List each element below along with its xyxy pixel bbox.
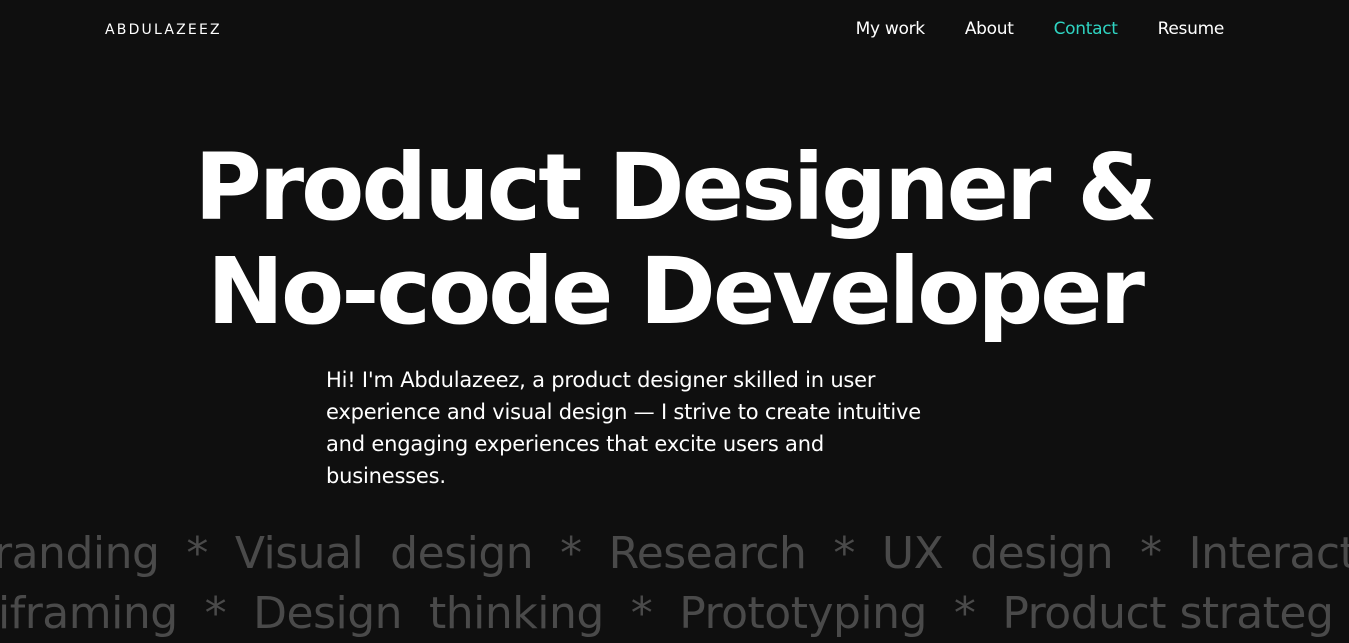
top-nav: ABDULAZEEZ My work About Contact Resume — [0, 0, 1349, 62]
skills-marquee-text-1: randing * Visual design * Research * UX … — [0, 528, 1349, 579]
hero-title-line2: No-code Developer — [207, 238, 1145, 345]
nav-about[interactable]: About — [965, 19, 1014, 39]
skills-marquee-row-2: iframing * Design thinking * Prototyping… — [0, 588, 1349, 639]
nav-resume[interactable]: Resume — [1158, 19, 1225, 39]
skills-marquee-row-1: randing * Visual design * Research * UX … — [0, 528, 1349, 579]
hero-title-line1: Product Designer & — [194, 134, 1157, 241]
nav-my-work[interactable]: My work — [856, 19, 925, 39]
site-logo[interactable]: ABDULAZEEZ — [105, 22, 222, 38]
page: ABDULAZEEZ My work About Contact Resume … — [0, 0, 1349, 643]
skills-marquee-text-2: iframing * Design thinking * Prototyping… — [0, 588, 1334, 639]
nav-contact[interactable]: Contact — [1054, 19, 1118, 39]
nav-links: My work About Contact Resume — [856, 19, 1225, 39]
hero-intro: Hi! I'm Abdulazeez, a product designer s… — [326, 368, 921, 488]
